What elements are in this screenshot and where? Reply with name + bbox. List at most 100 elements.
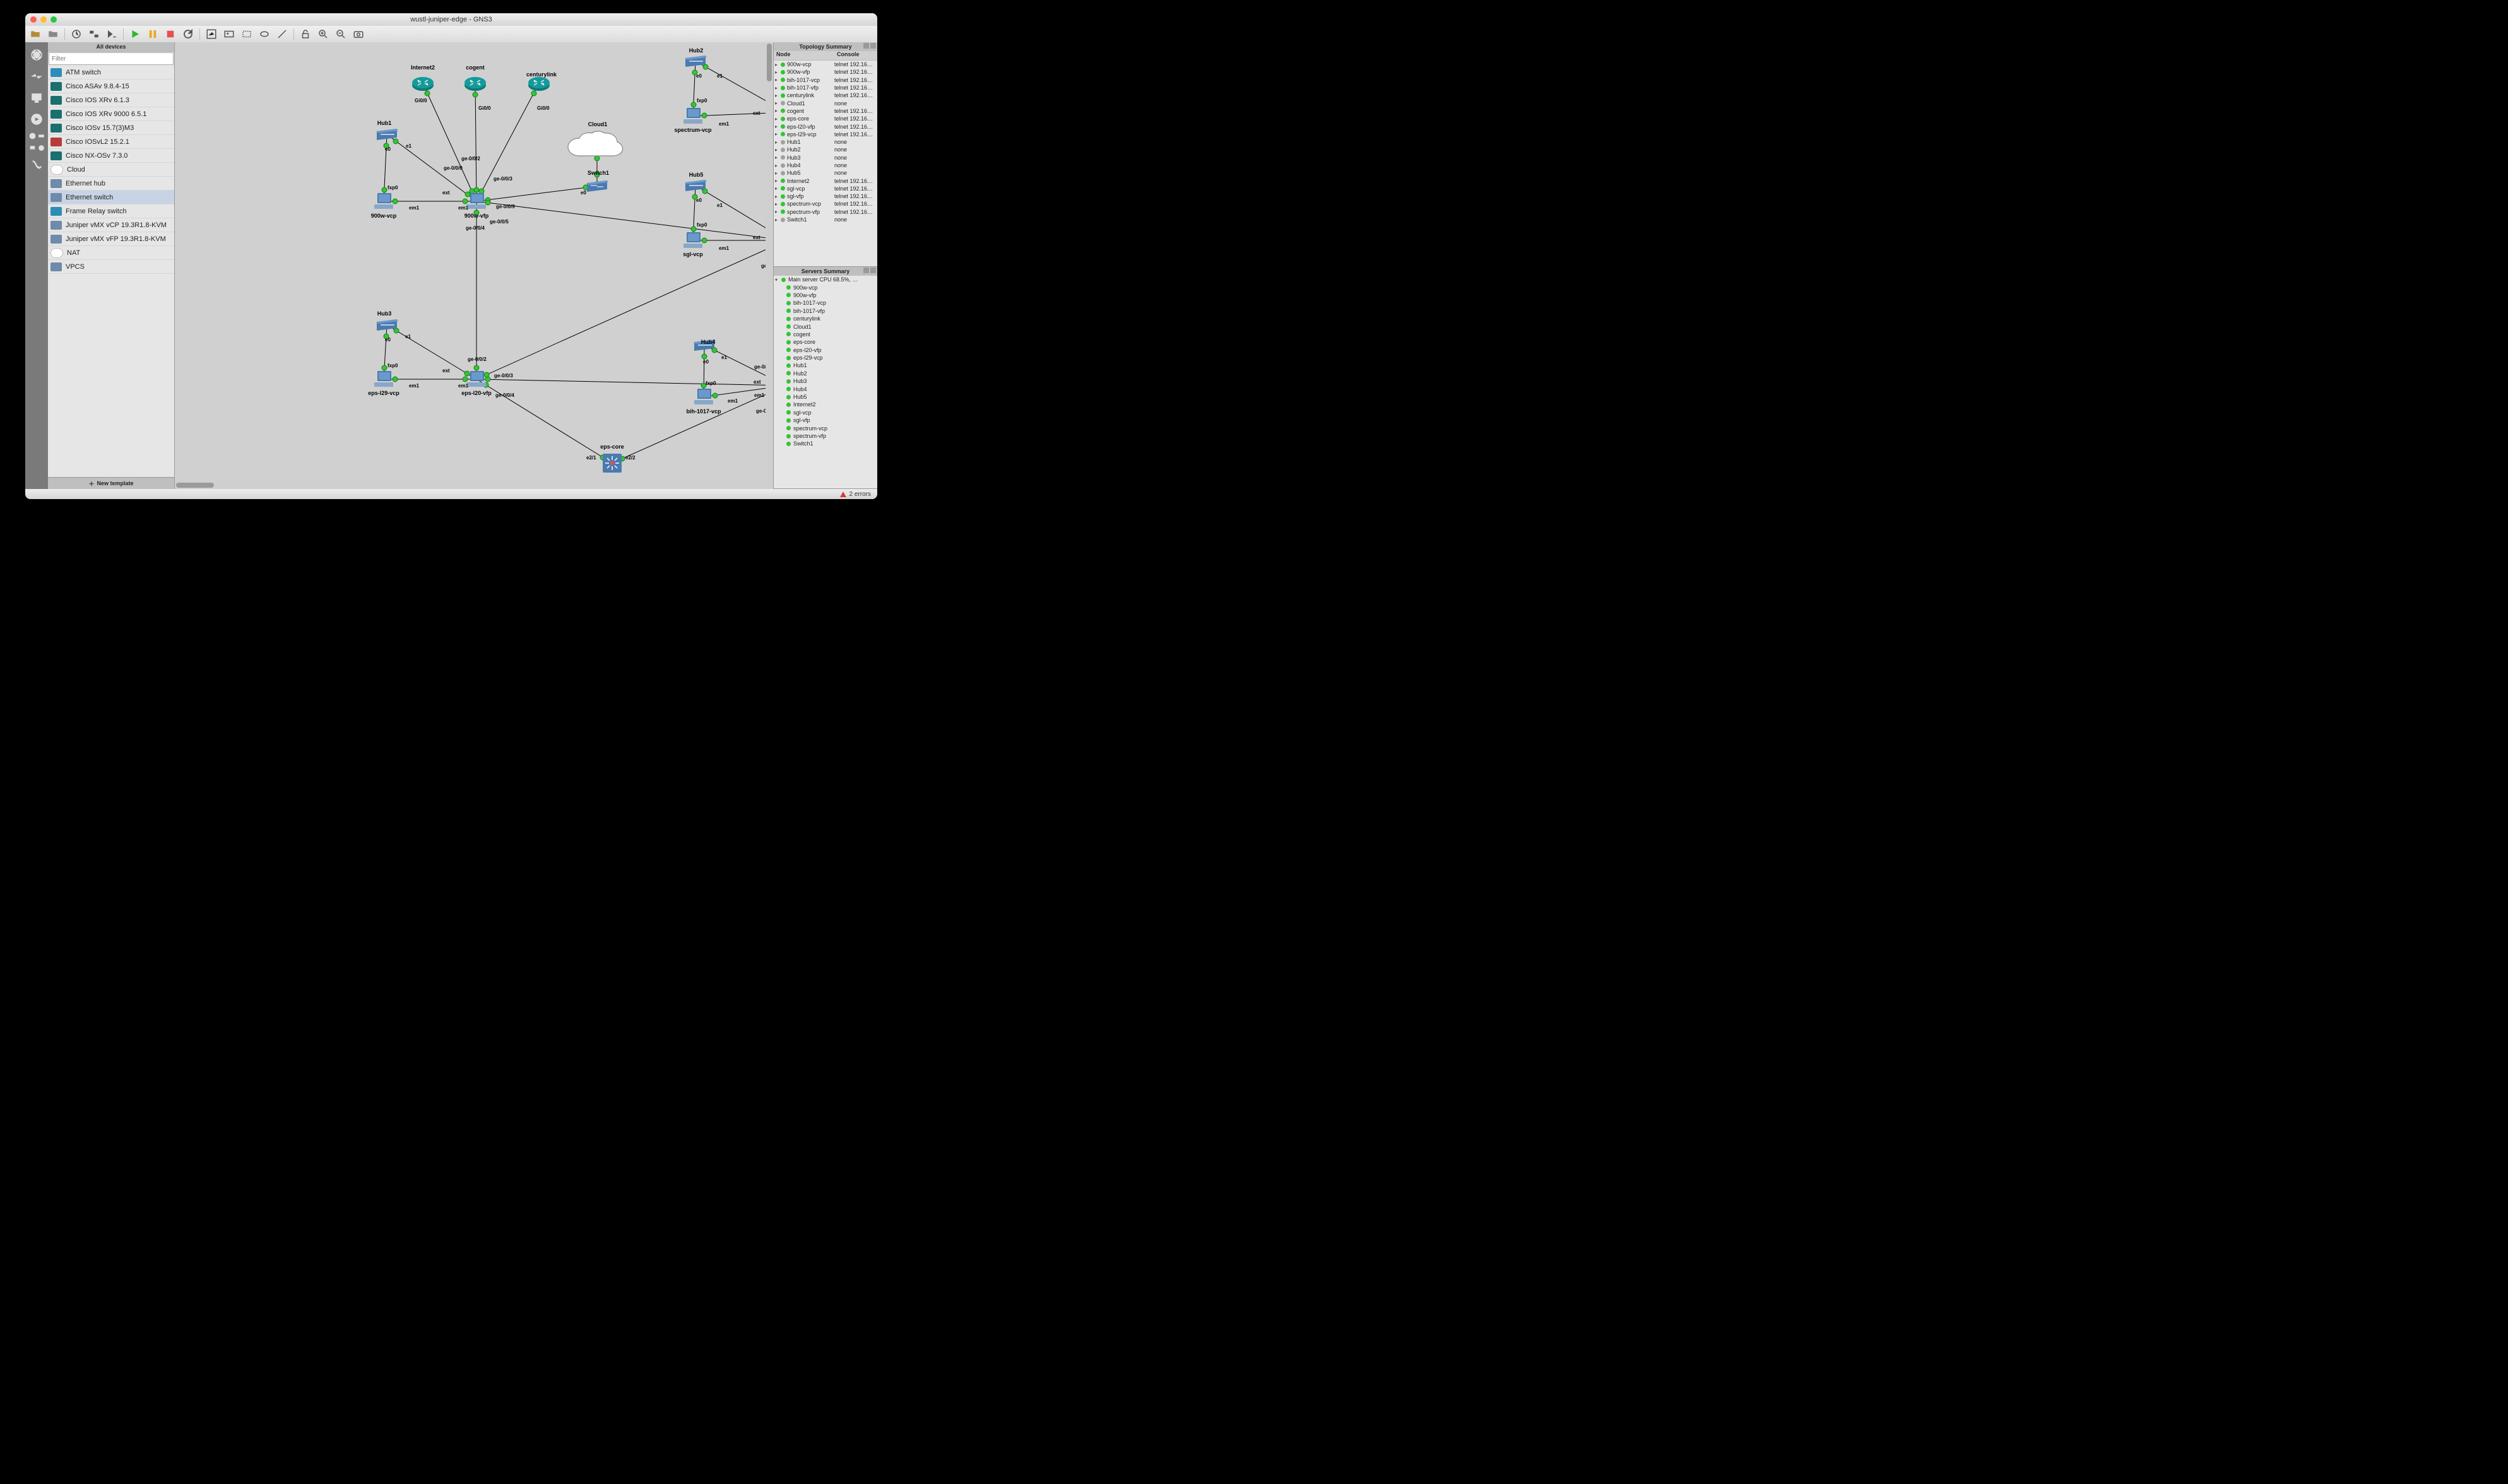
topology-row[interactable]: ▸Hub5none	[774, 169, 877, 177]
new-template-button[interactable]: ＋New template	[48, 477, 174, 489]
topology-node[interactable]	[373, 192, 394, 211]
server-item[interactable]: Hub2	[774, 370, 877, 377]
topology-row[interactable]: ▸900w-vcptelnet 192.16…	[774, 61, 877, 68]
maximize-window-button[interactable]	[50, 16, 57, 23]
topology-row[interactable]: ▸900w-vfptelnet 192.16…	[774, 68, 877, 76]
topology-row[interactable]: ▸eps-coretelnet 192.16…	[774, 115, 877, 122]
collapse-icon[interactable]: ▾	[774, 277, 779, 283]
show-labels-button[interactable]	[88, 28, 100, 40]
pause-all-button[interactable]	[146, 28, 159, 40]
expand-icon[interactable]: ▸	[775, 194, 779, 199]
device-item[interactable]: Cisco IOSv 15.7(3)M3	[48, 121, 174, 135]
topology-row[interactable]: ▸spectrum-vcptelnet 192.16…	[774, 200, 877, 208]
topology-row[interactable]: ▸sgl-vcptelnet 192.16…	[774, 185, 877, 192]
topology-row[interactable]: ▸Hub2none	[774, 146, 877, 153]
routers-category-button[interactable]	[28, 46, 45, 64]
topology-node[interactable]	[682, 107, 704, 126]
server-item[interactable]: bih-1017-vcp	[774, 299, 877, 307]
server-item[interactable]: sgl-vfp	[774, 416, 877, 424]
expand-icon[interactable]: ▸	[775, 108, 779, 114]
expand-icon[interactable]: ▸	[775, 62, 779, 68]
panel-close-icon[interactable]	[870, 268, 876, 273]
device-item[interactable]: Juniper vMX vFP 19.3R1.8-KVM	[48, 232, 174, 246]
server-item[interactable]: eps-core	[774, 338, 877, 346]
topology-node-list[interactable]: ▸900w-vcptelnet 192.16…▸900w-vfptelnet 1…	[774, 61, 877, 223]
topology-node[interactable]	[683, 54, 708, 68]
start-all-button[interactable]	[129, 28, 141, 40]
security-category-button[interactable]	[28, 110, 45, 128]
topology-row[interactable]: ▸cogenttelnet 192.16…	[774, 107, 877, 115]
end-devices-category-button[interactable]	[28, 89, 45, 107]
server-item[interactable]: cogent	[774, 331, 877, 338]
topology-node[interactable]	[374, 127, 399, 141]
topology-node[interactable]	[374, 318, 399, 332]
device-item[interactable]: Cisco NX-OSv 7.3.0	[48, 149, 174, 163]
topology-row[interactable]: ▸Hub1none	[774, 138, 877, 146]
expand-icon[interactable]: ▸	[775, 124, 779, 129]
server-item[interactable]: 900w-vfp	[774, 292, 877, 299]
stop-all-button[interactable]	[164, 28, 177, 40]
servers-list[interactable]: ▾Main server CPU 68.5%, …900w-vcp900w-vf…	[774, 276, 877, 448]
switches-category-button[interactable]	[28, 68, 45, 85]
topology-node[interactable]	[693, 387, 714, 406]
server-item[interactable]: Cloud1	[774, 322, 877, 330]
server-item[interactable]: eps-l20-vfp	[774, 346, 877, 354]
server-item[interactable]: Hub1	[774, 362, 877, 369]
device-item[interactable]: Cisco ASAv 9.8.4-15	[48, 80, 174, 93]
expand-icon[interactable]: ▸	[775, 116, 779, 122]
topology-node[interactable]	[683, 179, 708, 192]
topology-row[interactable]: ▸centurylinktelnet 192.16…	[774, 91, 877, 99]
open-folder-button[interactable]	[47, 28, 59, 40]
lock-button[interactable]	[299, 28, 312, 40]
server-item[interactable]: 900w-vcp	[774, 283, 877, 291]
server-item[interactable]: spectrum-vcp	[774, 424, 877, 432]
device-list[interactable]: ATM switchCisco ASAv 9.8.4-15Cisco IOS X…	[48, 66, 174, 477]
panel-close-icon[interactable]	[870, 43, 876, 49]
minimize-window-button[interactable]	[40, 16, 47, 23]
server-item[interactable]: Switch1	[774, 440, 877, 447]
topology-row[interactable]: ▸bih-1017-vfptelnet 192.16…	[774, 84, 877, 91]
topology-node[interactable]	[682, 231, 704, 250]
topology-row[interactable]: ▸sgl-vfptelnet 192.16…	[774, 192, 877, 200]
insert-image-button[interactable]	[223, 28, 235, 40]
topology-row[interactable]: ▸Switch1none	[774, 216, 877, 223]
topology-row[interactable]: ▸eps-l29-vcptelnet 192.16…	[774, 131, 877, 138]
expand-icon[interactable]: ▸	[775, 77, 779, 83]
device-item[interactable]: Juniper vMX vCP 19.3R1.8-KVM	[48, 218, 174, 232]
expand-icon[interactable]: ▸	[775, 100, 779, 106]
server-item[interactable]: Hub4	[774, 385, 877, 392]
topology-node[interactable]	[601, 452, 623, 474]
topology-row[interactable]: ▸spectrum-vfptelnet 192.16…	[774, 208, 877, 216]
topology-node[interactable]	[373, 370, 394, 389]
device-item[interactable]: Cisco IOS XRv 6.1.3	[48, 93, 174, 107]
topology-node[interactable]	[411, 75, 434, 91]
topology-row[interactable]: ▸Hub3none	[774, 154, 877, 162]
server-item[interactable]: sgl-vcp	[774, 409, 877, 416]
all-browse-buttons-2[interactable]	[28, 144, 45, 152]
expand-icon[interactable]: ▸	[775, 69, 779, 75]
expand-icon[interactable]: ▸	[775, 170, 779, 176]
topology-node[interactable]	[565, 131, 629, 163]
device-item[interactable]: Ethernet switch	[48, 191, 174, 204]
draw-line-button[interactable]	[276, 28, 288, 40]
screenshot-button[interactable]	[352, 28, 365, 40]
device-item[interactable]: NAT	[48, 246, 174, 260]
expand-icon[interactable]: ▸	[775, 131, 779, 137]
server-item[interactable]: bih-1017-vfp	[774, 307, 877, 315]
topology-row[interactable]: ▸Internet2telnet 192.16…	[774, 177, 877, 184]
server-item[interactable]: spectrum-vfp	[774, 432, 877, 440]
device-item[interactable]: ATM switch	[48, 66, 174, 80]
topology-row[interactable]: ▸Hub4none	[774, 162, 877, 169]
server-item[interactable]: Hub3	[774, 377, 877, 385]
expand-icon[interactable]: ▸	[775, 93, 779, 98]
expand-icon[interactable]: ▸	[775, 209, 779, 215]
warning-icon[interactable]	[840, 492, 846, 497]
close-window-button[interactable]	[30, 16, 37, 23]
topology-node[interactable]	[464, 75, 487, 91]
device-item[interactable]: VPCS	[48, 260, 174, 274]
draw-ellipse-button[interactable]	[258, 28, 271, 40]
server-item[interactable]: centurylink	[774, 315, 877, 322]
expand-icon[interactable]: ▸	[775, 147, 779, 153]
expand-icon[interactable]: ▸	[775, 201, 779, 207]
annotate-button[interactable]	[205, 28, 218, 40]
